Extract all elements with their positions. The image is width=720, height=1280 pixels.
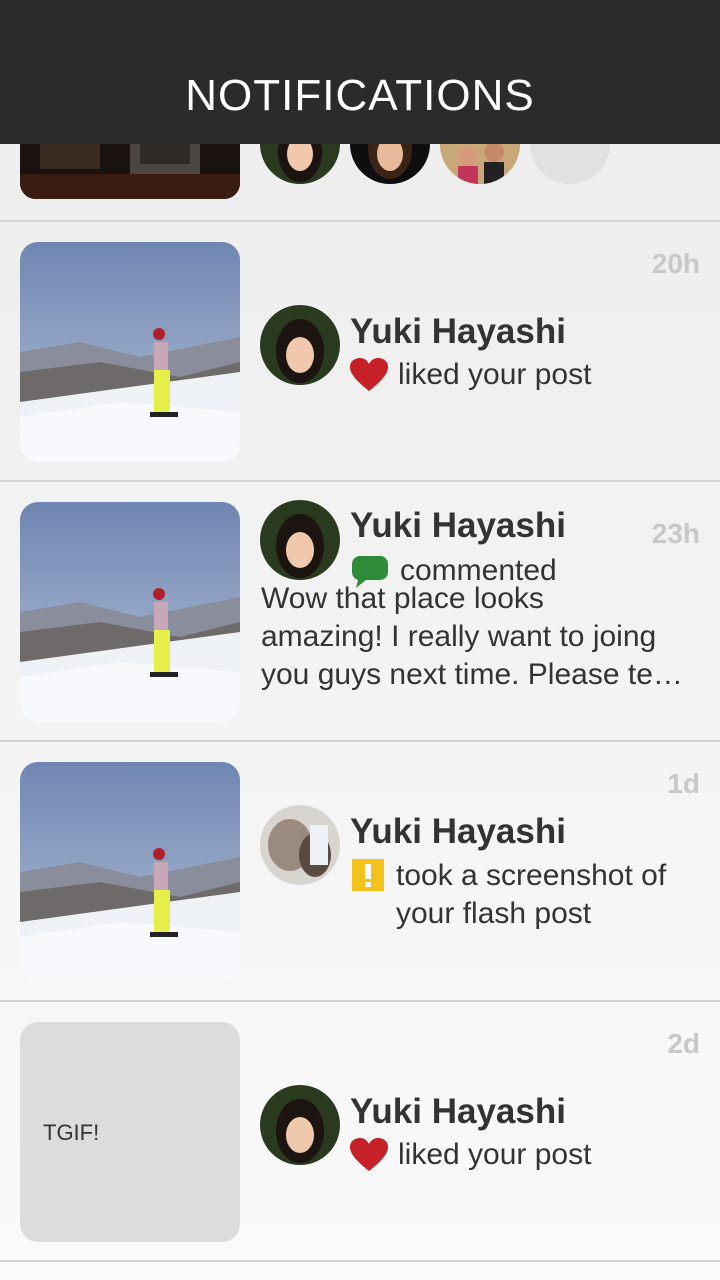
user-name[interactable]: Yuki Hayashi xyxy=(350,312,566,352)
notification-row[interactable]: Yuki Hayashi took a screenshot of your f… xyxy=(0,742,720,1002)
partial-notification-row[interactable]: ••• xyxy=(0,144,720,222)
user-name[interactable]: Yuki Hayashi xyxy=(350,1092,566,1132)
comment-preview[interactable]: Wow that place looks amazing! I really w… xyxy=(261,580,701,694)
user-avatar[interactable] xyxy=(260,805,340,885)
timestamp: 1d xyxy=(667,768,700,799)
heart-icon xyxy=(350,1138,388,1182)
text-post-thumbnail[interactable]: TGIF! xyxy=(20,1022,240,1242)
post-thumbnail[interactable] xyxy=(20,144,240,199)
user-name[interactable]: Yuki Hayashi xyxy=(350,506,566,546)
heart-icon xyxy=(350,358,388,402)
action-text: your flash post xyxy=(396,897,592,930)
comment-line: amazing! I really want to joing xyxy=(261,620,657,653)
warning-icon xyxy=(352,859,384,901)
notification-row[interactable]: Yuki Hayashi commented Wow that place lo… xyxy=(0,482,720,742)
avatar[interactable] xyxy=(440,144,520,184)
action-text: liked your post xyxy=(398,1138,592,1171)
avatar[interactable] xyxy=(350,144,430,184)
user-avatar[interactable] xyxy=(260,1085,340,1165)
notification-row[interactable]: TGIF! Yuki Hayashi liked your post 2d xyxy=(0,1002,720,1262)
comment-line: Wow that place looks xyxy=(261,582,544,615)
more-avatars-button[interactable]: ••• xyxy=(530,144,610,184)
timestamp: 2d xyxy=(667,1028,700,1059)
page-title: NOTIFICATIONS xyxy=(185,71,535,120)
post-text: TGIF! xyxy=(43,1120,100,1145)
post-thumbnail[interactable] xyxy=(20,242,240,462)
post-thumbnail[interactable] xyxy=(20,502,240,722)
timestamp: 20h xyxy=(651,248,700,279)
user-avatar[interactable] xyxy=(260,305,340,385)
notifications-screen: ••• xyxy=(0,0,720,1280)
avatar[interactable] xyxy=(260,144,340,184)
action-text: took a screenshot of xyxy=(396,859,667,892)
user-avatar[interactable] xyxy=(260,500,340,580)
notification-row[interactable]: Yuki Hayashi liked your post 20h xyxy=(0,222,720,482)
comment-line: you guys next time. Please te… xyxy=(261,658,683,691)
action-text: liked your post xyxy=(398,358,592,391)
post-thumbnail[interactable] xyxy=(20,762,240,982)
user-name[interactable]: Yuki Hayashi xyxy=(350,812,566,852)
timestamp: 23h xyxy=(651,518,700,549)
app-header: NOTIFICATIONS xyxy=(0,0,720,144)
